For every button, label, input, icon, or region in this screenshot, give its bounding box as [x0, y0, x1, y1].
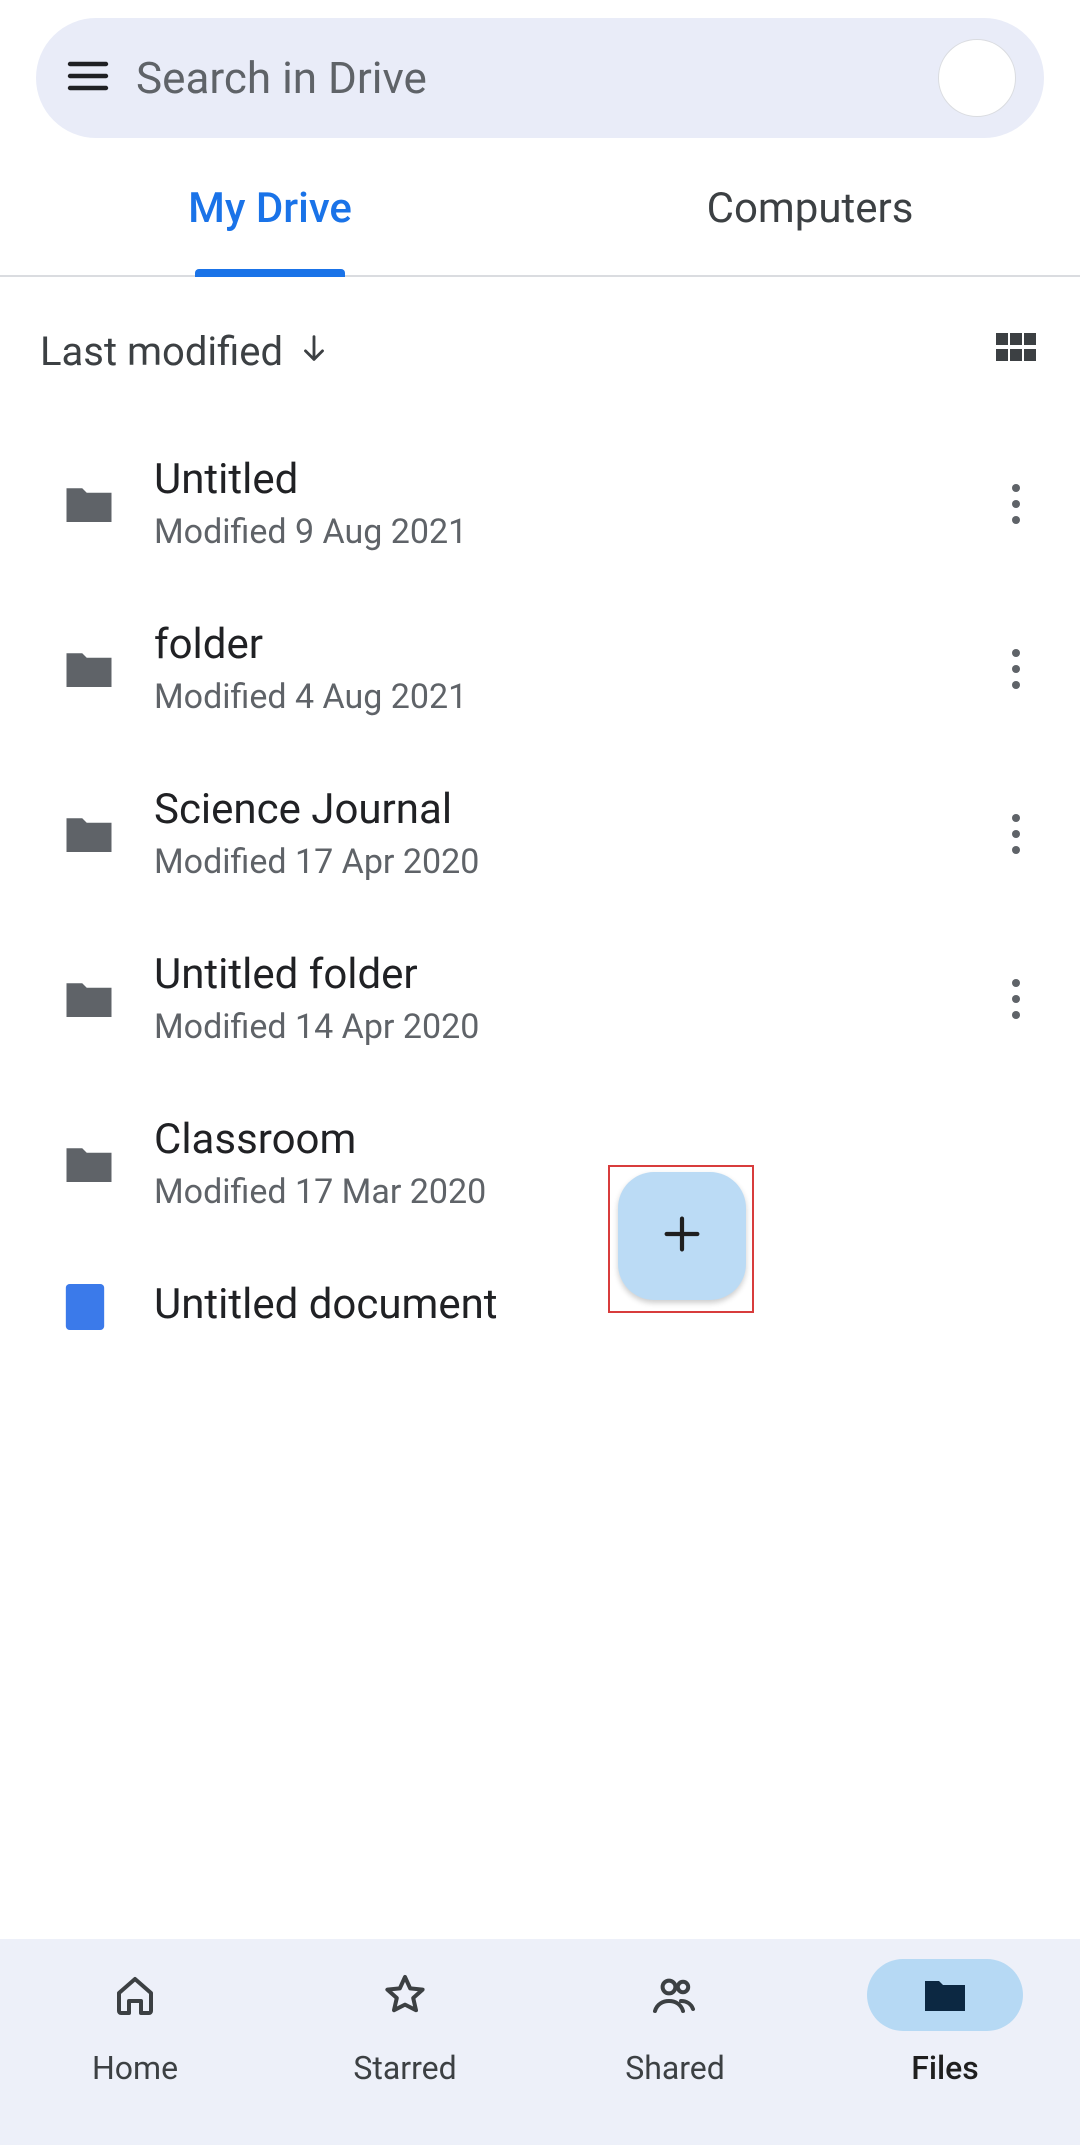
sort-row: Last modified [0, 277, 1080, 421]
nav-files[interactable]: Files [810, 1959, 1080, 2145]
file-modified: Modified 9 Aug 2021 [154, 512, 954, 552]
sort-button[interactable]: Last modified [40, 328, 331, 375]
file-row[interactable]: Untitled document [0, 1246, 1080, 1337]
sort-label-text: Last modified [40, 328, 283, 375]
nav-home[interactable]: Home [0, 1959, 270, 2145]
plus-icon [659, 1211, 705, 1261]
avatar[interactable] [938, 39, 1016, 117]
file-row[interactable]: Untitled Modified 9 Aug 2021 [0, 421, 1080, 586]
tab-computers[interactable]: Computers [540, 142, 1080, 275]
file-name: Science Journal [154, 785, 954, 834]
file-row[interactable]: Classroom Modified 17 Mar 2020 [0, 1081, 1080, 1246]
grid-view-icon[interactable] [992, 325, 1040, 377]
folder-filled-icon [867, 1959, 1023, 2031]
more-icon[interactable] [992, 649, 1040, 689]
file-modified: Modified 14 Apr 2020 [154, 1007, 954, 1047]
nav-label: Files [911, 2049, 979, 2087]
folder-icon [62, 642, 116, 696]
file-name: Untitled document [154, 1280, 1040, 1329]
file-text: Classroom Modified 17 Mar 2020 [154, 1115, 954, 1212]
tabs: My Drive Computers [0, 142, 1080, 277]
file-modified: Modified 17 Apr 2020 [154, 842, 954, 882]
nav-shared[interactable]: Shared [540, 1959, 810, 2145]
star-icon [327, 1959, 483, 2031]
file-text: Untitled folder Modified 14 Apr 2020 [154, 950, 954, 1047]
doc-icon [62, 1280, 116, 1334]
nav-starred[interactable]: Starred [270, 1959, 540, 2145]
tab-my-drive[interactable]: My Drive [0, 142, 540, 275]
nav-label: Home [92, 2049, 178, 2087]
more-icon[interactable] [992, 484, 1040, 524]
nav-label: Starred [353, 2049, 456, 2087]
file-name: Untitled [154, 455, 954, 504]
file-row[interactable]: folder Modified 4 Aug 2021 [0, 586, 1080, 751]
folder-icon [62, 1137, 116, 1191]
folder-icon [62, 477, 116, 531]
bottom-nav: Home Starred Shared Files [0, 1939, 1080, 2145]
home-icon [57, 1959, 213, 2031]
file-text: Untitled Modified 9 Aug 2021 [154, 455, 954, 552]
file-modified: Modified 17 Mar 2020 [154, 1172, 954, 1212]
more-icon[interactable] [992, 979, 1040, 1019]
file-name: Classroom [154, 1115, 954, 1164]
file-row[interactable]: Science Journal Modified 17 Apr 2020 [0, 751, 1080, 916]
file-modified: Modified 4 Aug 2021 [154, 677, 954, 717]
nav-label: Shared [625, 2049, 725, 2087]
file-name: folder [154, 620, 954, 669]
people-icon [597, 1959, 753, 2031]
search-placeholder[interactable]: Search in Drive [136, 52, 914, 104]
file-name: Untitled folder [154, 950, 954, 999]
file-list: Untitled Modified 9 Aug 2021 folder Modi… [0, 421, 1080, 1337]
add-fab[interactable] [618, 1172, 746, 1300]
arrow-down-icon [297, 328, 331, 375]
file-text: Science Journal Modified 17 Apr 2020 [154, 785, 954, 882]
file-row[interactable]: Untitled folder Modified 14 Apr 2020 [0, 916, 1080, 1081]
folder-icon [62, 972, 116, 1026]
folder-icon [62, 807, 116, 861]
menu-icon[interactable] [64, 52, 112, 104]
file-text: folder Modified 4 Aug 2021 [154, 620, 954, 717]
search-bar[interactable]: Search in Drive [36, 18, 1044, 138]
file-text: Untitled document [154, 1280, 1040, 1337]
more-icon[interactable] [992, 814, 1040, 854]
